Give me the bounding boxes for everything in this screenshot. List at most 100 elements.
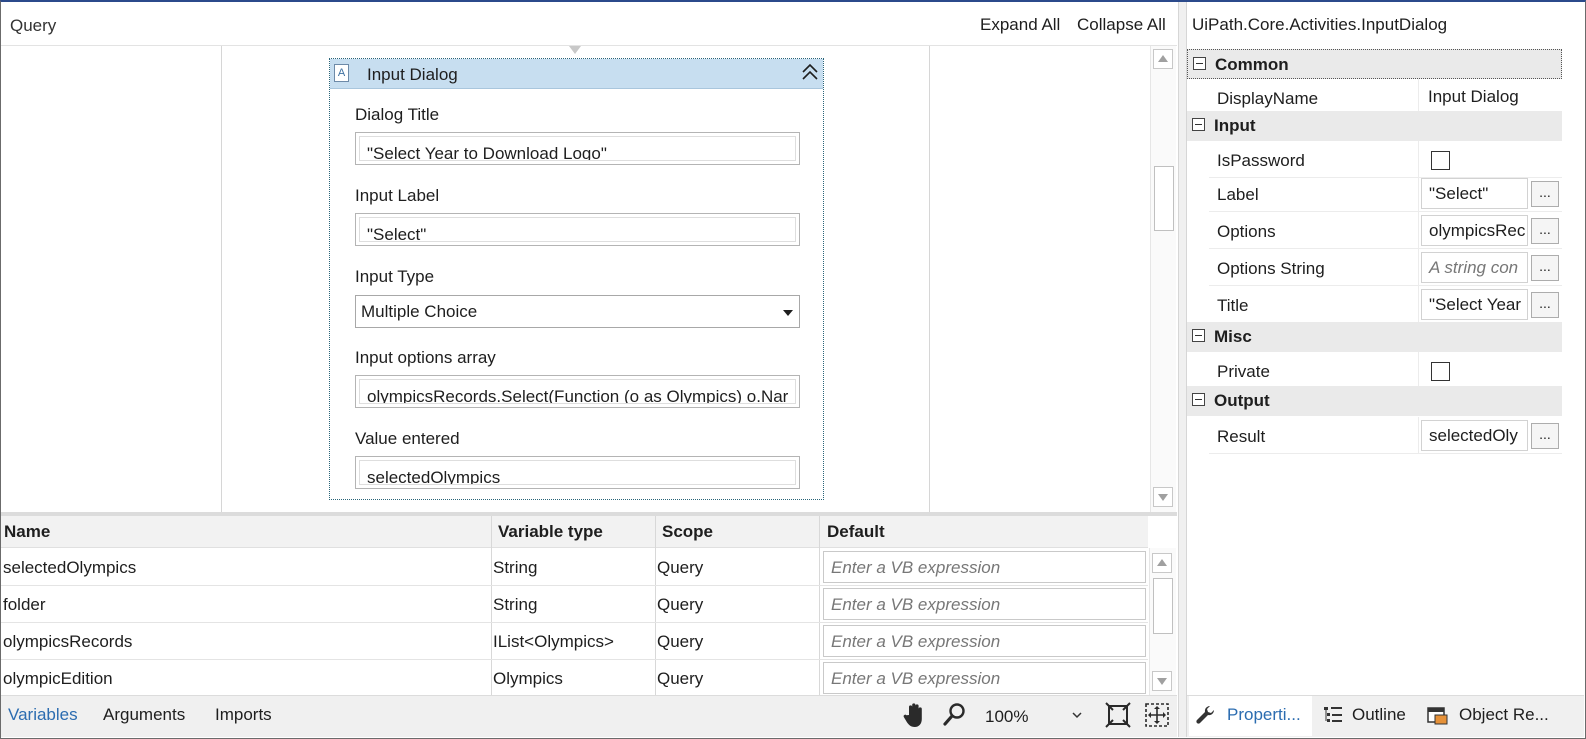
tab-variables[interactable]: Variables: [8, 705, 78, 725]
private-checkbox[interactable]: [1431, 362, 1450, 381]
zoom-dropdown[interactable]: 100%: [979, 702, 1092, 732]
category-input[interactable]: Input: [1187, 111, 1562, 141]
hand-pan-icon[interactable]: [903, 701, 929, 729]
collapse-icon[interactable]: [1192, 393, 1205, 406]
variable-name: folder: [3, 595, 46, 614]
property-row-title[interactable]: Title "Select Year ...: [1209, 286, 1562, 323]
expand-all-button[interactable]: Expand All: [980, 15, 1060, 35]
result-value-input[interactable]: selectedOly: [1421, 420, 1528, 451]
outline-tree-icon: [1324, 707, 1342, 722]
input-label-input[interactable]: "Select": [355, 213, 800, 246]
value-entered-input[interactable]: selectedOlympics: [355, 456, 800, 489]
column-header-name[interactable]: Name: [4, 522, 50, 542]
variable-scope[interactable]: Query: [657, 595, 703, 615]
collapse-icon[interactable]: [1192, 118, 1205, 131]
category-label: Input: [1214, 116, 1256, 135]
column-header-scope[interactable]: Scope: [662, 522, 713, 542]
scroll-up-button[interactable]: [1152, 553, 1172, 573]
property-separator: [1418, 286, 1419, 323]
result-ellipsis-button[interactable]: ...: [1531, 423, 1559, 449]
options-value-input[interactable]: olympicsRec: [1421, 215, 1528, 246]
collapse-icon[interactable]: [1192, 329, 1205, 342]
options-string-ellipsis-button[interactable]: ...: [1531, 255, 1559, 281]
fit-to-screen-icon[interactable]: [1105, 702, 1131, 728]
column-header-default[interactable]: Default: [827, 522, 885, 542]
variable-scope[interactable]: Query: [657, 558, 703, 578]
scroll-thumb[interactable]: [1153, 578, 1173, 634]
properties-panel: UiPath.Core.Activities.InputDialog Commo…: [1187, 2, 1584, 695]
variable-scope[interactable]: Query: [657, 632, 703, 652]
tab-outline[interactable]: Outline: [1320, 696, 1420, 736]
property-name: Options String: [1217, 259, 1325, 278]
column-header-type[interactable]: Variable type: [498, 522, 603, 542]
variable-default-input[interactable]: Enter a VB expression: [823, 588, 1146, 620]
property-row-label[interactable]: Label "Select" ...: [1209, 175, 1562, 212]
dialog-title-input[interactable]: "Select Year to Download Logo": [355, 132, 800, 165]
tab-object-repository[interactable]: Object Re...: [1427, 696, 1577, 736]
scroll-down-button[interactable]: [1152, 671, 1172, 691]
property-row-ispassword[interactable]: IsPassword: [1209, 141, 1562, 178]
canvas-scrollbar[interactable]: [1150, 46, 1176, 512]
input-dialog-activity[interactable]: A Input Dialog Dialog Title "Select Year…: [329, 58, 824, 500]
variable-default-input[interactable]: Enter a VB expression: [823, 662, 1146, 694]
tab-arguments[interactable]: Arguments: [103, 705, 185, 725]
property-separator: [1418, 249, 1419, 286]
options-string-input[interactable]: A string con: [1421, 252, 1528, 283]
property-row-options[interactable]: Options olympicsRec ...: [1209, 212, 1562, 249]
property-row-result[interactable]: Result selectedOly ...: [1209, 417, 1562, 454]
object-repository-icon: [1427, 707, 1448, 725]
scroll-thumb[interactable]: [1154, 166, 1174, 231]
variable-name: olympicEdition: [3, 669, 113, 688]
scroll-down-button[interactable]: [1153, 487, 1173, 507]
zoom-search-icon[interactable]: [943, 702, 967, 728]
property-name: Private: [1217, 362, 1270, 381]
properties-tab-bar: Properti... Outline Object Re...: [1187, 695, 1584, 737]
title-ellipsis-button[interactable]: ...: [1531, 292, 1559, 318]
designer-header: Query Expand All Collapse All: [1, 2, 1177, 46]
collapse-icon[interactable]: [1193, 57, 1206, 70]
title-value-input[interactable]: "Select Year: [1421, 289, 1528, 320]
chevron-down-icon: [1072, 712, 1082, 719]
property-name: Title: [1217, 296, 1249, 315]
overview-icon[interactable]: [1144, 702, 1170, 728]
variable-row[interactable]: olympicEdition Olympics Query Enter a VB…: [1, 660, 1148, 697]
label-ellipsis-button[interactable]: ...: [1531, 181, 1559, 207]
category-misc[interactable]: Misc: [1187, 322, 1562, 352]
property-row-options-string[interactable]: Options String A string con ...: [1209, 249, 1562, 286]
tab-properties[interactable]: Properti...: [1189, 696, 1312, 736]
variable-scope[interactable]: Query: [657, 669, 703, 689]
label-value-input[interactable]: "Select": [1421, 178, 1528, 209]
dialog-title-label: Dialog Title: [355, 105, 440, 124]
variable-row[interactable]: selectedOlympics String Query Enter a VB…: [1, 549, 1148, 586]
property-row-private[interactable]: Private: [1209, 352, 1562, 389]
input-dialog-icon: A: [334, 64, 349, 82]
variable-row[interactable]: folder String Query Enter a VB expressio…: [1, 586, 1148, 623]
category-common[interactable]: Common: [1187, 49, 1562, 79]
activity-header[interactable]: A Input Dialog: [330, 59, 823, 89]
options-array-input[interactable]: olympicsRecords.Select(Function (o as Ol…: [355, 375, 800, 408]
options-ellipsis-button[interactable]: ...: [1531, 218, 1559, 244]
tab-imports[interactable]: Imports: [215, 705, 272, 725]
scroll-up-icon: [1158, 55, 1168, 62]
collapse-chevron-icon[interactable]: [800, 62, 820, 84]
input-type-dropdown[interactable]: Multiple Choice: [355, 295, 800, 328]
designer-canvas[interactable]: A Input Dialog Dialog Title "Select Year…: [1, 46, 1149, 512]
variable-default-input[interactable]: Enter a VB expression: [823, 551, 1146, 583]
collapse-all-button[interactable]: Collapse All: [1077, 15, 1166, 35]
scroll-up-button[interactable]: [1153, 49, 1173, 69]
variable-row[interactable]: olympicsRecords IList<Olympics> Query En…: [1, 623, 1148, 660]
dialog-title-value: "Select Year to Download Logo": [359, 136, 796, 161]
designer-title: Query: [10, 16, 57, 35]
property-value[interactable]: Input Dialog: [1421, 82, 1561, 113]
activity-title: Input Dialog: [367, 65, 458, 84]
variable-type[interactable]: Olympics: [493, 669, 563, 689]
variable-type[interactable]: String: [493, 558, 537, 578]
properties-title: UiPath.Core.Activities.InputDialog: [1192, 15, 1448, 34]
variable-default-input[interactable]: Enter a VB expression: [823, 625, 1146, 657]
variables-scrollbar[interactable]: [1149, 548, 1176, 695]
panel-splitter[interactable]: [1178, 2, 1187, 737]
ispassword-checkbox[interactable]: [1431, 151, 1450, 170]
variable-type[interactable]: String: [493, 595, 537, 615]
category-output[interactable]: Output: [1187, 386, 1562, 416]
variable-type[interactable]: IList<Olympics>: [493, 632, 614, 652]
